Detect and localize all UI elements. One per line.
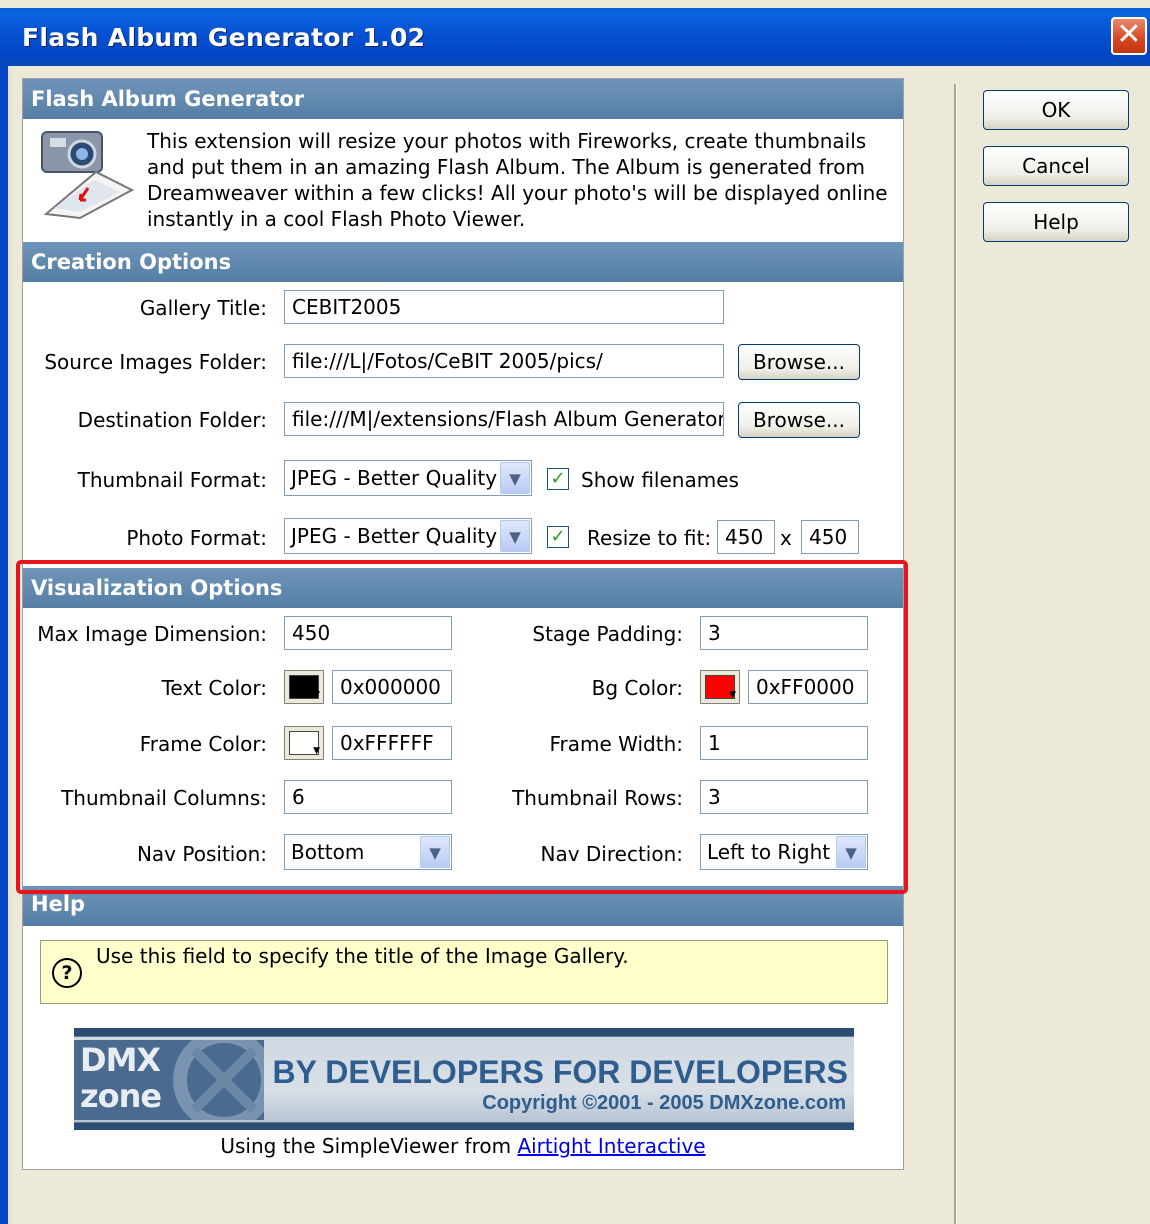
photo-format-select[interactable]: JPEG - Better Quality ▼ <box>284 518 532 554</box>
thumbnail-format-label: Thumbnail Format: <box>77 468 267 492</box>
close-icon: ✕ <box>1116 17 1142 52</box>
window-border <box>0 66 8 1224</box>
source-browse-button[interactable]: Browse... <box>738 344 860 380</box>
resize-height-input[interactable]: 450 <box>801 520 859 554</box>
window-border-inner <box>8 66 12 1224</box>
creation-section-title: Creation Options <box>23 242 903 282</box>
header-description: This extension will resize your photos w… <box>147 129 888 231</box>
header-section-title: Flash Album Generator <box>23 79 903 119</box>
window-title: Flash Album Generator 1.02 <box>22 23 426 52</box>
resize-label: Resize to fit: <box>587 526 712 550</box>
show-filenames-checkbox[interactable]: ✓ <box>547 468 569 490</box>
zone-logo-text: zone <box>80 1077 162 1115</box>
chevron-down-icon: ▼ <box>500 520 530 552</box>
destination-browse-button[interactable]: Browse... <box>738 402 860 438</box>
destination-folder-input[interactable]: file:///M|/extensions/Flash Album Genera… <box>284 402 724 436</box>
camera-logo-icon <box>36 128 136 220</box>
cancel-button[interactable]: Cancel <box>983 146 1129 186</box>
source-folder-label: Source Images Folder: <box>44 350 267 374</box>
footer-credit: Using the SimpleViewer from Airtight Int… <box>22 1134 904 1158</box>
ok-button[interactable]: OK <box>983 90 1129 130</box>
help-button[interactable]: Help <box>983 202 1129 242</box>
gallery-title-input[interactable]: CEBIT2005 <box>284 290 724 324</box>
photo-format-label: Photo Format: <box>126 526 267 550</box>
photo-format-value: JPEG - Better Quality <box>291 524 498 548</box>
airtight-link[interactable]: Airtight Interactive <box>517 1134 705 1158</box>
resize-width-input[interactable]: 450 <box>717 520 775 554</box>
source-folder-input[interactable]: file:///L|/Fotos/CeBIT 2005/pics/ <box>284 344 724 378</box>
close-button[interactable]: ✕ <box>1111 17 1147 55</box>
checkmark-icon: ✓ <box>550 526 566 547</box>
help-text: Use this field to specify the title of t… <box>96 944 629 968</box>
thumbnail-format-select[interactable]: JPEG - Better Quality ▼ <box>284 460 532 496</box>
vertical-divider <box>954 84 957 1224</box>
thumbnail-format-value: JPEG - Better Quality <box>291 466 498 490</box>
dmx-logo-text: DMX <box>80 1041 161 1079</box>
highlight-box <box>16 560 908 894</box>
question-icon: ? <box>52 958 82 988</box>
footer-prefix: Using the SimpleViewer from <box>220 1134 518 1158</box>
destination-folder-label: Destination Folder: <box>77 408 267 432</box>
show-filenames-label: Show filenames <box>581 468 739 492</box>
gallery-title-label: Gallery Title: <box>139 296 267 320</box>
resize-checkbox[interactable]: ✓ <box>547 526 569 548</box>
checkmark-icon: ✓ <box>550 468 566 489</box>
chevron-down-icon: ▼ <box>500 462 530 494</box>
banner-copyright: Copyright ©2001 - 2005 DMXzone.com <box>482 1092 846 1114</box>
resize-x-label: x <box>780 526 792 550</box>
banner-slogan: BY DEVELOPERS FOR DEVELOPERS <box>272 1054 848 1090</box>
